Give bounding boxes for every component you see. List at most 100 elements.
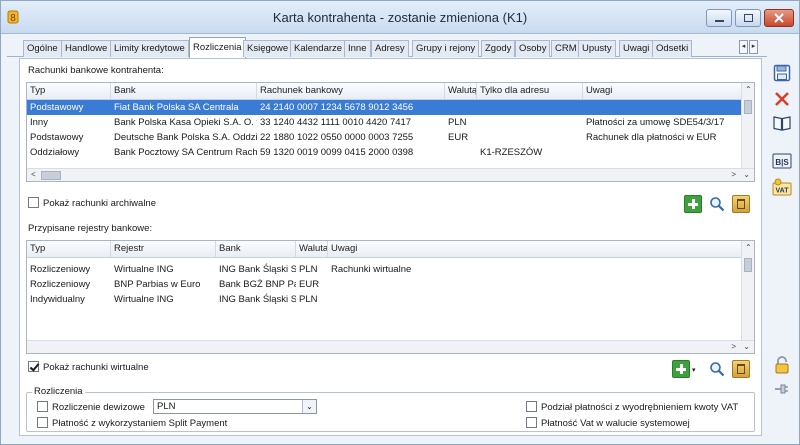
- help-button[interactable]: [772, 113, 792, 133]
- column-header-address[interactable]: Tylko dla adresu: [477, 83, 583, 99]
- lock-button[interactable]: [772, 355, 792, 375]
- currency-select[interactable]: PLN ⌄: [153, 399, 317, 414]
- vat-system-currency-checkbox[interactable]: [526, 417, 537, 428]
- registers-grid[interactable]: Typ Rejestr Bank Waluta Uwagi Rozliczeni…: [26, 240, 755, 354]
- cell-address: [477, 100, 583, 115]
- accounts-vertical-scrollbar[interactable]: ⌃: [741, 83, 754, 168]
- scroll-thumb[interactable]: [744, 258, 752, 272]
- vat-split-checkbox[interactable]: [526, 401, 537, 412]
- cell-typ: Podstawowy: [30, 102, 84, 113]
- scroll-up-icon[interactable]: ⌃: [745, 243, 752, 252]
- column-header-bank[interactable]: Bank: [111, 83, 257, 99]
- tab-odsetki[interactable]: Odsetki: [652, 40, 693, 57]
- accounts-grid[interactable]: Typ Bank Rachunek bankowy Walutą Tylko d…: [26, 82, 755, 182]
- bank-info-button[interactable]: B|S: [772, 151, 792, 171]
- column-header-currency[interactable]: Walutą: [445, 83, 477, 99]
- scroll-up-icon[interactable]: ⌃: [745, 85, 752, 94]
- show-virtual-checkbox[interactable]: [28, 361, 39, 372]
- table-row[interactable]: Podstawowy Fiat Bank Polska SA Centrala …: [27, 100, 741, 115]
- table-row[interactable]: Rozliczeniowy BNP Parbias w Euro Bank BG…: [27, 277, 741, 292]
- minimize-button[interactable]: [706, 9, 732, 27]
- cell-typ: Rozliczeniowy: [30, 279, 91, 290]
- table-row[interactable]: Oddziałowy Bank Pocztowy SA Centrum Rach…: [27, 145, 741, 160]
- scroll-right-icon[interactable]: >: [731, 170, 736, 179]
- cancel-button[interactable]: [772, 89, 792, 109]
- cell-currency: EUR: [299, 279, 320, 290]
- column-header-notes[interactable]: Uwagi: [328, 241, 528, 257]
- trash-icon: [737, 364, 745, 374]
- table-row[interactable]: Indywidualny Wirtualne ING ING Bank Śląs…: [27, 292, 741, 307]
- maximize-button[interactable]: [735, 9, 761, 27]
- tab-ogolne[interactable]: Ogólne: [23, 40, 62, 57]
- cell-currency: [445, 145, 477, 160]
- delete-account-button[interactable]: [732, 195, 750, 213]
- scroll-right-icon[interactable]: >: [731, 342, 736, 351]
- save-button[interactable]: [772, 63, 792, 83]
- scroll-left-icon[interactable]: <: [31, 170, 36, 179]
- cell-bank: ING Bank Śląski S..: [219, 264, 296, 275]
- view-account-button[interactable]: [708, 195, 726, 213]
- add-register-dropdown-icon[interactable]: ▾: [692, 366, 696, 374]
- view-register-button[interactable]: [708, 360, 726, 378]
- accounts-horizontal-scrollbar[interactable]: < > ⌄: [27, 168, 754, 181]
- cell-register: BNP Parbias w Euro: [114, 279, 201, 290]
- tab-kalendarze[interactable]: Kalendarze: [290, 40, 347, 57]
- tab-ksiegowe[interactable]: Księgowe: [243, 40, 293, 57]
- scroll-thumb[interactable]: [744, 100, 752, 114]
- minimize-icon: [714, 19, 724, 22]
- tab-limity-kredytowe[interactable]: Limity kredytowe: [110, 40, 189, 57]
- tab-scroll-right-button[interactable]: ▸: [749, 40, 758, 54]
- cell-notes: [583, 145, 743, 160]
- cell-notes: Rachunek dla płatności w EUR: [586, 132, 717, 143]
- pin-icon: [775, 384, 788, 394]
- tab-crm[interactable]: CRM: [551, 40, 581, 57]
- table-row[interactable]: Rozliczeniowy Wirtualne ING ING Bank Ślą…: [27, 262, 741, 277]
- table-row[interactable]: Podstawowy Deutsche Bank Polska S.A. Odd…: [27, 130, 741, 145]
- table-row[interactable]: Inny Bank Polska Kasa Opieki S.A. O. w 3…: [27, 115, 741, 130]
- cell-bank: ING Bank Śląski S..: [219, 294, 296, 305]
- scroll-down-icon[interactable]: ⌄: [743, 170, 750, 179]
- magnifier-icon: [710, 197, 725, 212]
- split-payment-checkbox[interactable]: [37, 417, 48, 428]
- cell-typ: Rozliczeniowy: [30, 264, 91, 275]
- cell-currency: EUR: [448, 132, 469, 143]
- contractor-card-window: 8 Karta kontrahenta - zostanie zmieniona…: [0, 0, 800, 445]
- vat-button[interactable]: VAT: [772, 177, 792, 197]
- show-archived-checkbox[interactable]: [28, 197, 39, 208]
- tab-zgody[interactable]: Zgody: [481, 40, 516, 57]
- column-header-account[interactable]: Rachunek bankowy: [257, 83, 445, 99]
- column-header-typ[interactable]: Typ: [27, 241, 111, 257]
- registers-horizontal-scrollbar[interactable]: > ⌄: [27, 340, 754, 353]
- close-button[interactable]: [764, 9, 794, 27]
- add-account-button[interactable]: [684, 195, 702, 213]
- column-header-register[interactable]: Rejestr: [111, 241, 216, 257]
- cell-address: [477, 130, 583, 145]
- column-header-typ[interactable]: Typ: [27, 83, 111, 99]
- split-payment-label: Płatność z wykorzystaniem Split Payment: [52, 418, 228, 429]
- cell-register: Wirtualne ING: [114, 264, 174, 275]
- tab-adresy[interactable]: Adresy: [371, 40, 409, 57]
- delete-register-button[interactable]: [732, 360, 750, 378]
- cell-currency: PLN: [448, 117, 467, 128]
- tab-inne[interactable]: Inne: [344, 40, 371, 57]
- tab-handlowe[interactable]: Handlowe: [61, 40, 112, 57]
- chevron-down-icon[interactable]: ⌄: [302, 400, 316, 413]
- add-register-button[interactable]: [672, 360, 690, 378]
- tab-upusty[interactable]: Upusty: [578, 40, 616, 57]
- tab-osoby[interactable]: Osoby: [515, 40, 551, 57]
- column-header-notes[interactable]: Uwagi: [583, 83, 743, 99]
- currency-settlement-checkbox[interactable]: [37, 401, 48, 412]
- registers-vertical-scrollbar[interactable]: ⌃: [741, 241, 754, 340]
- pin-button[interactable]: [772, 379, 792, 399]
- scroll-thumb[interactable]: [41, 171, 61, 180]
- column-header-bank[interactable]: Bank: [216, 241, 296, 257]
- cell-bank: Deutsche Bank Polska S.A. Oddzia: [114, 132, 257, 143]
- tab-rozliczenia[interactable]: Rozliczenia: [189, 37, 246, 58]
- tab-uwagi[interactable]: Uwagi: [619, 40, 654, 57]
- cell-bank: Bank Pocztowy SA Centrum Rachu: [114, 147, 257, 158]
- cell-notes: Płatności za umowę SDE54/3/17: [586, 117, 725, 128]
- scroll-down-icon[interactable]: ⌄: [743, 342, 750, 351]
- column-header-currency[interactable]: Waluta: [296, 241, 328, 257]
- tab-scroll-left-button[interactable]: ◂: [739, 40, 748, 54]
- tab-grupy-i-rejony[interactable]: Grupy i rejony: [412, 40, 480, 57]
